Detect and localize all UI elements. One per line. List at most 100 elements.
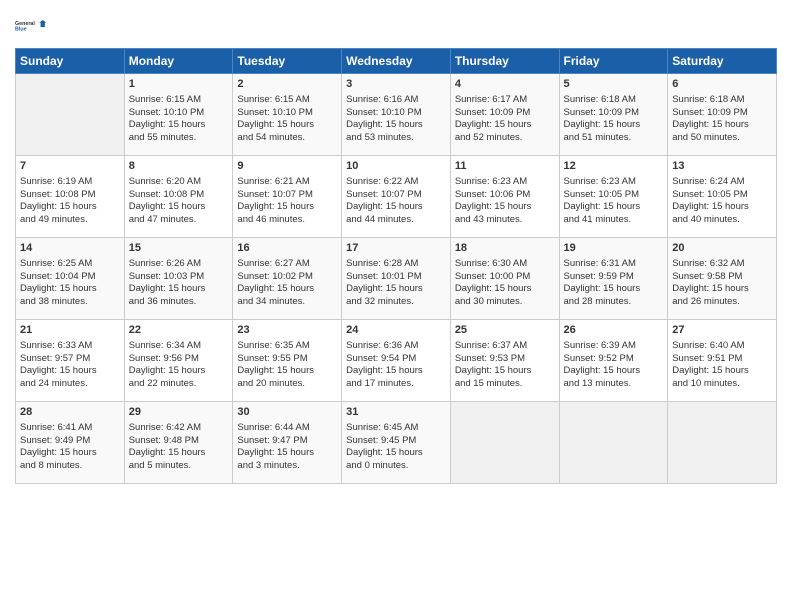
day-info: and 8 minutes.	[20, 460, 120, 473]
day-info: Sunset: 10:09 PM	[672, 107, 772, 120]
day-number: 15	[129, 241, 229, 256]
day-info: Sunrise: 6:21 AM	[237, 176, 337, 189]
day-info: Sunset: 10:09 PM	[455, 107, 555, 120]
day-info: Sunset: 9:59 PM	[564, 271, 664, 284]
day-number: 7	[20, 159, 120, 174]
day-info: Sunset: 10:10 PM	[129, 107, 229, 120]
day-cell: 8Sunrise: 6:20 AMSunset: 10:08 PMDayligh…	[124, 156, 233, 238]
col-header-tuesday: Tuesday	[233, 49, 342, 74]
day-info: Sunrise: 6:44 AM	[237, 422, 337, 435]
day-info: and 24 minutes.	[20, 378, 120, 391]
day-cell: 5Sunrise: 6:18 AMSunset: 10:09 PMDayligh…	[559, 74, 668, 156]
day-info: Sunset: 9:56 PM	[129, 353, 229, 366]
day-info: and 49 minutes.	[20, 214, 120, 227]
col-header-wednesday: Wednesday	[342, 49, 451, 74]
day-info: and 38 minutes.	[20, 296, 120, 309]
day-info: Daylight: 15 hours	[346, 119, 446, 132]
day-number: 23	[237, 323, 337, 338]
day-info: Daylight: 15 hours	[237, 283, 337, 296]
day-info: Daylight: 15 hours	[237, 447, 337, 460]
day-info: and 15 minutes.	[455, 378, 555, 391]
day-info: and 26 minutes.	[672, 296, 772, 309]
col-header-saturday: Saturday	[668, 49, 777, 74]
day-number: 10	[346, 159, 446, 174]
svg-text:General: General	[15, 21, 35, 27]
day-info: Sunset: 10:10 PM	[237, 107, 337, 120]
day-info: Sunrise: 6:33 AM	[20, 340, 120, 353]
day-info: and 28 minutes.	[564, 296, 664, 309]
day-info: and 22 minutes.	[129, 378, 229, 391]
col-header-sunday: Sunday	[16, 49, 125, 74]
day-number: 30	[237, 405, 337, 420]
day-info: Sunrise: 6:20 AM	[129, 176, 229, 189]
day-info: Daylight: 15 hours	[346, 283, 446, 296]
day-info: Sunset: 9:49 PM	[20, 435, 120, 448]
day-cell: 14Sunrise: 6:25 AMSunset: 10:04 PMDaylig…	[16, 238, 125, 320]
day-info: and 50 minutes.	[672, 132, 772, 145]
day-info: Sunset: 10:09 PM	[564, 107, 664, 120]
day-info: Sunset: 10:01 PM	[346, 271, 446, 284]
day-number: 9	[237, 159, 337, 174]
day-number: 27	[672, 323, 772, 338]
day-cell: 16Sunrise: 6:27 AMSunset: 10:02 PMDaylig…	[233, 238, 342, 320]
day-number: 20	[672, 241, 772, 256]
day-cell: 24Sunrise: 6:36 AMSunset: 9:54 PMDayligh…	[342, 320, 451, 402]
day-info: Sunrise: 6:28 AM	[346, 258, 446, 271]
day-info: and 32 minutes.	[346, 296, 446, 309]
day-info: Daylight: 15 hours	[237, 201, 337, 214]
week-row-3: 14Sunrise: 6:25 AMSunset: 10:04 PMDaylig…	[16, 238, 777, 320]
page: General Blue SundayMondayTuesdayWednesda…	[0, 0, 792, 494]
day-info: Sunset: 10:08 PM	[129, 189, 229, 202]
day-info: Sunset: 9:53 PM	[455, 353, 555, 366]
day-info: and 53 minutes.	[346, 132, 446, 145]
day-info: Sunrise: 6:39 AM	[564, 340, 664, 353]
day-cell	[559, 402, 668, 484]
day-cell	[16, 74, 125, 156]
day-cell: 17 Sunrise: 6:28 AMSunset: 10:01 PMDaylig…	[342, 238, 451, 320]
day-cell	[668, 402, 777, 484]
day-cell: 7Sunrise: 6:19 AMSunset: 10:08 PMDayligh…	[16, 156, 125, 238]
day-info: Sunset: 10:06 PM	[455, 189, 555, 202]
day-info: Sunset: 10:05 PM	[672, 189, 772, 202]
day-number: 1	[129, 77, 229, 92]
day-number: 25	[455, 323, 555, 338]
day-info: Sunset: 10:08 PM	[20, 189, 120, 202]
day-info: Sunrise: 6:23 AM	[455, 176, 555, 189]
day-info: Daylight: 15 hours	[20, 283, 120, 296]
day-info: Daylight: 15 hours	[455, 365, 555, 378]
day-info: Sunset: 10:05 PM	[564, 189, 664, 202]
day-number: 13	[672, 159, 772, 174]
day-number: 28	[20, 405, 120, 420]
day-info: Sunrise: 6:18 AM	[564, 94, 664, 107]
day-info: Daylight: 15 hours	[346, 447, 446, 460]
day-info: Daylight: 15 hours	[672, 283, 772, 296]
header-row: SundayMondayTuesdayWednesdayThursdayFrid…	[16, 49, 777, 74]
day-cell: 20Sunrise: 6:32 AMSunset: 9:58 PMDayligh…	[668, 238, 777, 320]
day-number: 6	[672, 77, 772, 92]
day-number: 17	[346, 241, 446, 256]
day-cell: 9Sunrise: 6:21 AMSunset: 10:07 PMDayligh…	[233, 156, 342, 238]
day-info: Daylight: 15 hours	[129, 119, 229, 132]
day-info: Sunrise: 6:31 AM	[564, 258, 664, 271]
day-info: Sunset: 9:57 PM	[20, 353, 120, 366]
day-info: Sunrise: 6:19 AM	[20, 176, 120, 189]
day-cell: 28Sunrise: 6:41 AMSunset: 9:49 PMDayligh…	[16, 402, 125, 484]
day-info: Sunrise: 6:32 AM	[672, 258, 772, 271]
week-row-1: 1Sunrise: 6:15 AMSunset: 10:10 PMDayligh…	[16, 74, 777, 156]
day-info: Sunset: 9:51 PM	[672, 353, 772, 366]
day-cell: 21Sunrise: 6:33 AMSunset: 9:57 PMDayligh…	[16, 320, 125, 402]
day-info: Sunrise: 6:37 AM	[455, 340, 555, 353]
day-info: and 46 minutes.	[237, 214, 337, 227]
day-info: Sunset: 9:45 PM	[346, 435, 446, 448]
calendar-table: SundayMondayTuesdayWednesdayThursdayFrid…	[15, 48, 777, 484]
day-info: Daylight: 15 hours	[237, 119, 337, 132]
day-number: 3	[346, 77, 446, 92]
day-cell: 3Sunrise: 6:16 AMSunset: 10:10 PMDayligh…	[342, 74, 451, 156]
day-info: Sunrise: 6:17 AM	[455, 94, 555, 107]
day-info: and 0 minutes.	[346, 460, 446, 473]
week-row-2: 7Sunrise: 6:19 AMSunset: 10:08 PMDayligh…	[16, 156, 777, 238]
day-info: Daylight: 15 hours	[564, 201, 664, 214]
day-info: and 51 minutes.	[564, 132, 664, 145]
day-cell: 18Sunrise: 6:30 AMSunset: 10:00 PMDaylig…	[450, 238, 559, 320]
day-info: and 55 minutes.	[129, 132, 229, 145]
